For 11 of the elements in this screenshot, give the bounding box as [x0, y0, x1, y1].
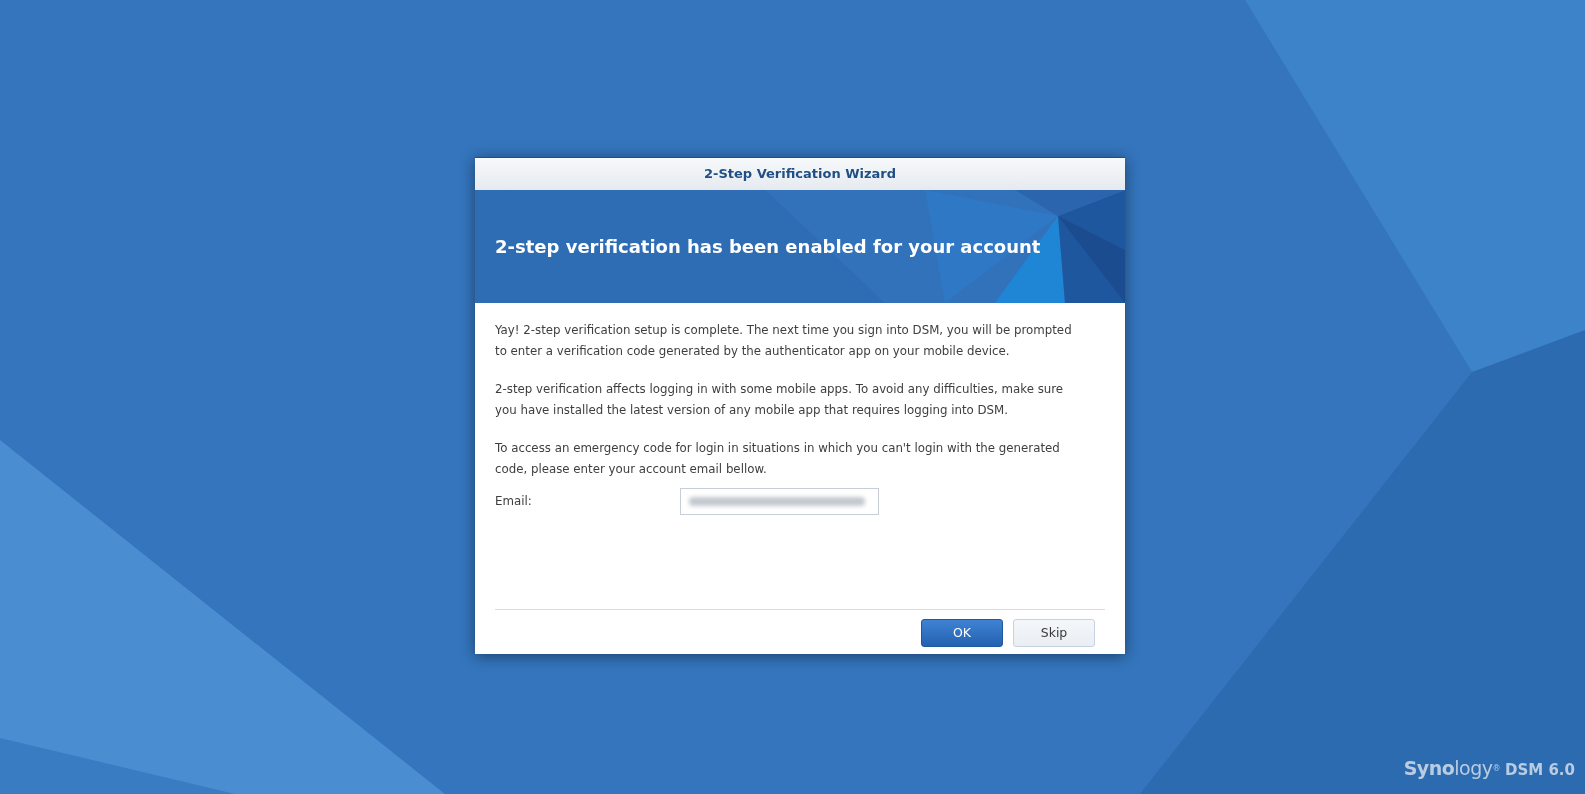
- brand-logo: Synology$^{®}$: [1403, 755, 1500, 781]
- email-label: Email:: [495, 492, 533, 510]
- body-paragraph: 2-step verification affects logging in with some mobile apps. To avoid any difficulties, make sure you have installed the latest version of any mobile app that requires logging into DSM.: [495, 381, 1064, 419]
- email-field[interactable]: [680, 488, 879, 515]
- body-paragraph: Yay! 2-step verification setup is complete. The next time you sign into DSM, you will be prompted to enter a verification code generated by the authenticator app on your mobile device.: [495, 322, 1072, 360]
- dialog-title: 2-Step Verification Wizard: [703, 165, 897, 184]
- product-version: DSM 6.0: [1505, 759, 1575, 781]
- banner-heading: 2-step verification has been enabled for your account: [495, 235, 1041, 259]
- body-paragraph: To access an emergency code for login in situations in which you can't login with the generated code, please enter your account email bellow.: [495, 440, 1060, 478]
- ok-button[interactable]: OK: [921, 619, 1003, 647]
- skip-button[interactable]: Skip: [1013, 619, 1095, 647]
